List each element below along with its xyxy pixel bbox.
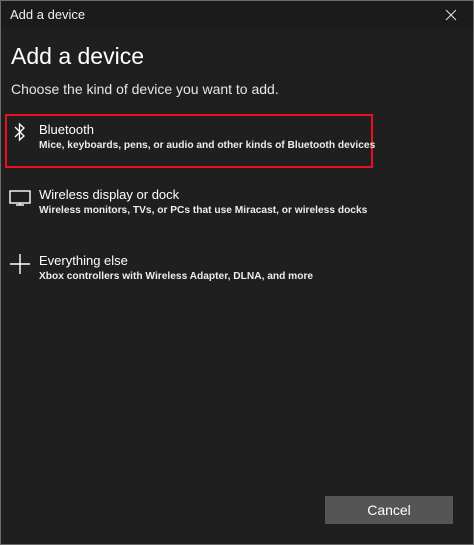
close-button[interactable] <box>429 1 473 29</box>
plus-icon <box>9 253 31 277</box>
monitor-icon <box>9 187 31 211</box>
bluetooth-icon <box>9 122 31 146</box>
close-icon <box>445 9 457 21</box>
option-bluetooth[interactable]: Bluetooth Mice, keyboards, pens, or audi… <box>5 114 376 168</box>
cancel-button[interactable]: Cancel <box>325 496 453 524</box>
option-wireless-display[interactable]: Wireless display or dock Wireless monito… <box>5 179 373 233</box>
page-subtitle: Choose the kind of device you want to ad… <box>11 81 279 97</box>
option-everything-else[interactable]: Everything else Xbox controllers with Wi… <box>5 245 373 299</box>
option-title: Bluetooth <box>39 122 94 137</box>
option-title: Wireless display or dock <box>39 187 180 202</box>
option-description: Wireless monitors, TVs, or PCs that use … <box>39 205 368 216</box>
option-title: Everything else <box>39 253 128 268</box>
window-title: Add a device <box>10 7 86 22</box>
title-bar: Add a device <box>1 1 473 29</box>
option-description: Mice, keyboards, pens, or audio and othe… <box>39 140 376 151</box>
option-description: Xbox controllers with Wireless Adapter, … <box>39 271 314 282</box>
page-title: Add a device <box>11 43 144 69</box>
add-device-dialog: Add a device Add a device Choose the kin… <box>0 0 474 545</box>
